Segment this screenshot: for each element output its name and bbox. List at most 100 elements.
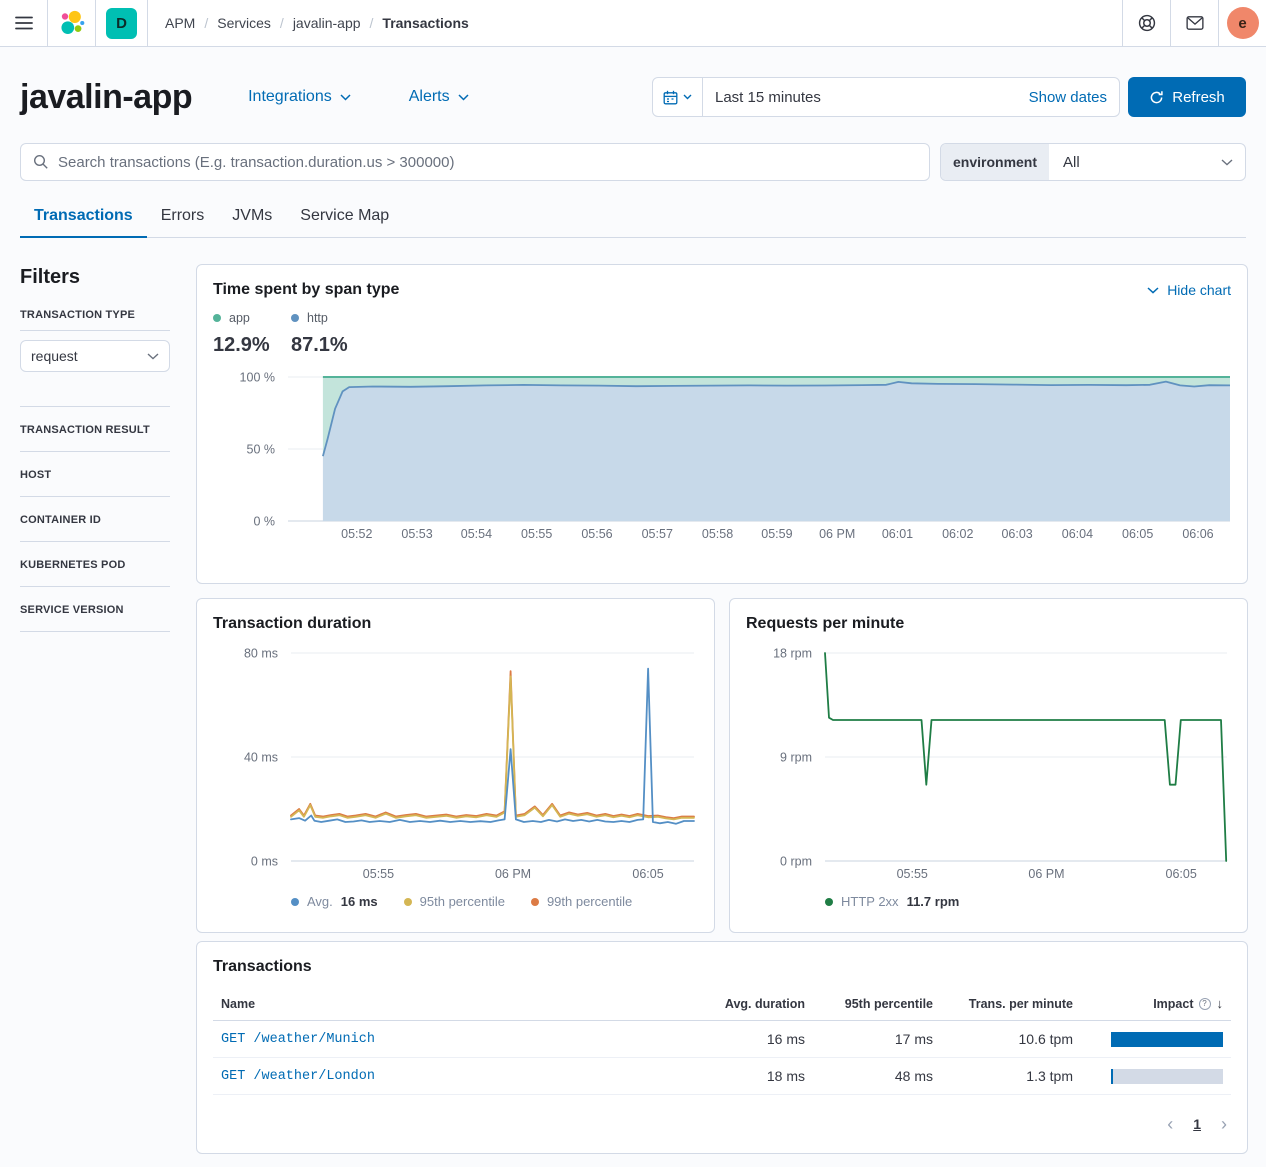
svg-text:05:55: 05:55 <box>521 527 552 541</box>
svg-text:06:04: 06:04 <box>1062 527 1093 541</box>
tab-errors[interactable]: Errors <box>147 197 219 237</box>
environment-value: All <box>1049 154 1221 171</box>
user-menu-button[interactable]: e <box>1219 0 1266 46</box>
legend-item[interactable]: 95th percentile <box>404 894 505 909</box>
tpm-value: 10.6 tpm <box>941 1021 1081 1058</box>
rpm-legend: HTTP 2xx11.7 rpm <box>825 894 1231 909</box>
filter-transaction-result[interactable]: TRANSACTION RESULT <box>20 407 170 452</box>
tab-service-map[interactable]: Service Map <box>286 197 403 237</box>
legend-item[interactable]: Avg.16 ms <box>291 894 378 909</box>
transactions-table-panel: Transactions Name Avg. duration 95th per… <box>196 941 1248 1154</box>
filters-sidebar: Filters TRANSACTION TYPE request TRANSAC… <box>20 264 170 1154</box>
show-dates-button[interactable]: Show dates <box>1029 89 1119 106</box>
breadcrumb-transactions: Transactions <box>382 15 468 31</box>
elastic-home-button[interactable] <box>48 0 95 46</box>
transactions-table: Name Avg. duration 95th percentile Trans… <box>213 988 1231 1095</box>
legend-dot <box>291 898 299 906</box>
svg-text:06:05: 06:05 <box>632 867 663 881</box>
refresh-button[interactable]: Refresh <box>1128 77 1246 117</box>
environment-label: environment <box>941 144 1049 180</box>
svg-text:06:02: 06:02 <box>942 527 973 541</box>
svg-text:06:01: 06:01 <box>882 527 913 541</box>
refresh-icon <box>1149 90 1164 105</box>
menu-button[interactable] <box>0 0 47 46</box>
legend-item[interactable]: 99th percentile <box>531 894 632 909</box>
legend-item[interactable]: HTTP 2xx11.7 rpm <box>825 894 959 909</box>
svg-text:100 %: 100 % <box>240 371 275 385</box>
panel-title: Transaction duration <box>213 615 698 633</box>
svg-text:06 PM: 06 PM <box>1028 867 1064 881</box>
transaction-link-munich[interactable]: GET /weather/Munich <box>213 1021 683 1058</box>
space-badge: D <box>106 8 137 39</box>
legend-dot <box>825 898 833 906</box>
transaction-duration-chart[interactable]: 80 ms40 ms0 ms05:5506 PM06:05 <box>213 645 698 886</box>
avg-duration-value: 18 ms <box>683 1058 813 1095</box>
duration-legend: Avg.16 ms 95th percentile 99th percentile <box>291 894 698 909</box>
transaction-link-london[interactable]: GET /weather/London <box>213 1058 683 1095</box>
space-selector-button[interactable]: D <box>96 0 147 46</box>
svg-text:05:54: 05:54 <box>461 527 492 541</box>
tab-jvms[interactable]: JVMs <box>218 197 286 237</box>
svg-text:80 ms: 80 ms <box>244 647 278 661</box>
legend-item-http[interactable]: http <box>291 311 369 325</box>
chevron-down-icon <box>1221 159 1233 166</box>
transaction-duration-panel: Transaction duration 80 ms40 ms0 ms05:55… <box>196 598 715 933</box>
transactions-table-title: Transactions <box>213 958 1231 976</box>
chevron-down-icon <box>340 94 351 101</box>
previous-page-button[interactable]: ‹ <box>1167 1115 1173 1133</box>
chevron-down-icon <box>458 94 469 101</box>
breadcrumb-service[interactable]: javalin-app <box>293 15 361 31</box>
breadcrumb: APM/ Services/ javalin-app/ Transactions <box>165 0 469 46</box>
avatar: e <box>1227 7 1259 39</box>
legend-dot <box>404 898 412 906</box>
span-type-chart[interactable]: 100 %50 %0 %05:5205:5305:5405:5505:5605:… <box>213 369 1231 548</box>
page-number-1[interactable]: 1 <box>1193 1116 1201 1132</box>
time-spent-by-span-type-panel: Time spent by span type Hide chart appht… <box>196 264 1248 584</box>
column-header-impact[interactable]: Impact?↓ <box>1081 988 1231 1021</box>
help-button[interactable] <box>1123 0 1170 46</box>
help-icon <box>1138 14 1156 32</box>
panel-title: Requests per minute <box>746 615 1231 633</box>
notifications-button[interactable] <box>1171 0 1218 46</box>
filter-service-version[interactable]: SERVICE VERSION <box>20 587 170 632</box>
quick-select-button[interactable] <box>653 78 703 116</box>
breadcrumb-apm[interactable]: APM <box>165 15 195 31</box>
tab-transactions[interactable]: Transactions <box>20 197 147 237</box>
legend-dot <box>213 314 221 322</box>
hide-chart-button[interactable]: Hide chart <box>1147 282 1231 298</box>
span-type-legend: apphttp <box>213 311 1231 325</box>
svg-text:18 rpm: 18 rpm <box>773 647 812 661</box>
top-navigation-bar: D APM/ Services/ javalin-app/ Transactio… <box>0 0 1266 47</box>
svg-text:05:55: 05:55 <box>897 867 928 881</box>
span-type-percentages: 12.9%87.1% <box>213 334 1231 357</box>
environment-select[interactable]: environment All <box>940 143 1246 181</box>
svg-text:06:05: 06:05 <box>1122 527 1153 541</box>
legend-item-app[interactable]: app <box>213 311 291 325</box>
service-header: javalin-app Integrations Alerts <box>20 69 1246 125</box>
transaction-type-select[interactable]: request <box>20 340 170 372</box>
column-header-avg-duration[interactable]: Avg. duration <box>683 988 813 1021</box>
search-icon <box>33 154 49 170</box>
filter-host[interactable]: HOST <box>20 452 170 497</box>
breadcrumb-services[interactable]: Services <box>217 15 271 31</box>
alerts-dropdown[interactable]: Alerts <box>409 88 469 106</box>
column-header-trans-per-minute[interactable]: Trans. per minute <box>941 988 1081 1021</box>
impact-help-icon[interactable]: ? <box>1199 998 1211 1010</box>
time-range-value[interactable]: Last 15 minutes <box>703 89 1029 106</box>
requests-per-minute-chart[interactable]: 18 rpm9 rpm0 rpm05:5506 PM06:05 <box>746 645 1231 886</box>
svg-text:06:03: 06:03 <box>1001 527 1032 541</box>
percent-app: 12.9% <box>213 334 291 357</box>
page-title: javalin-app <box>20 78 192 117</box>
column-header-name[interactable]: Name <box>213 988 683 1021</box>
next-page-button[interactable]: › <box>1221 1115 1227 1133</box>
integrations-dropdown[interactable]: Integrations <box>248 88 351 106</box>
filters-heading: Filters <box>20 266 170 289</box>
svg-text:9 rpm: 9 rpm <box>780 751 812 765</box>
filter-container-id[interactable]: CONTAINER ID <box>20 497 170 542</box>
search-transactions-input[interactable] <box>58 154 917 171</box>
column-header-95th-percentile[interactable]: 95th percentile <box>813 988 941 1021</box>
svg-text:05:58: 05:58 <box>702 527 733 541</box>
filter-kubernetes-pod[interactable]: KUBERNETES POD <box>20 542 170 587</box>
table-row: GET /weather/Munich 16 ms 17 ms 10.6 tpm <box>213 1021 1231 1058</box>
calendar-icon <box>663 90 678 105</box>
